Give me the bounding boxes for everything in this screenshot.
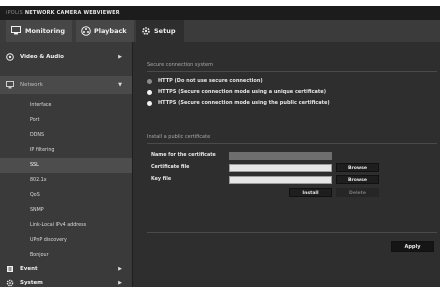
sidebar-category-system[interactable]: System ▶ <box>0 274 132 287</box>
tab-monitoring[interactable]: Monitoring <box>6 20 72 42</box>
key-file-label: Key file <box>151 177 172 182</box>
radio-button[interactable] <box>147 79 152 84</box>
sidebar-category-network-label: Network <box>20 82 43 88</box>
sidebar-item-snmp[interactable]: SNMP <box>0 203 132 218</box>
sidebar-item-port[interactable]: Port <box>0 113 132 128</box>
app-window: iPOLiS NETWORK CAMERA WEBVIEWER Monitori… <box>0 6 440 287</box>
radio-http-label: HTTP (Do not use secure connection) <box>158 78 263 84</box>
system-gear-icon <box>6 279 14 287</box>
sidebar-category-video-audio[interactable]: Video & Audio ▶ <box>0 48 132 66</box>
network-icon <box>6 81 14 89</box>
install-button[interactable]: Install <box>289 188 332 197</box>
sidebar-item-802-1x[interactable]: 802.1x <box>0 173 132 188</box>
radio-https-public-label: HTTPS (Secure connection mode using the … <box>158 100 330 106</box>
tab-playback-label: Playback <box>94 27 127 35</box>
chevron-down-icon: ▼ <box>118 82 122 88</box>
sidebar-item-ip-filtering[interactable]: IP filtering <box>0 143 132 158</box>
app-brand-bar: iPOLiS NETWORK CAMERA WEBVIEWER <box>0 6 440 20</box>
delete-button[interactable]: Delete <box>336 188 379 197</box>
sidebar-item-ddns[interactable]: DDNS <box>0 128 132 143</box>
cert-browse-button[interactable]: Browse <box>336 163 379 172</box>
cert-name-label: Name for the certificate <box>151 153 216 158</box>
chevron-right-icon: ▶ <box>118 54 122 60</box>
key-browse-button[interactable]: Browse <box>336 175 379 184</box>
chevron-right-icon: ▶ <box>118 280 122 286</box>
brand-prefix: iPOLiS <box>6 10 23 16</box>
sidebar-category-network[interactable]: Network ▼ <box>0 76 132 94</box>
sidebar-item-link-local-ipv4[interactable]: Link-Local IPv4 address <box>0 218 132 233</box>
tab-setup[interactable]: Setup <box>136 20 184 42</box>
radio-button[interactable] <box>147 101 152 106</box>
section-title-secure-connection: Secure connection system <box>147 62 213 68</box>
main-panel: Secure connection system HTTP (Do not us… <box>133 42 440 287</box>
monitor-icon <box>11 26 21 35</box>
radio-https-unique-label: HTTPS (Secure connection mode using a un… <box>158 89 326 95</box>
key-file-input[interactable] <box>229 176 332 184</box>
sidebar: Video & Audio ▶ Network ▼ Interface Port… <box>0 42 133 287</box>
tab-setup-label: Setup <box>154 27 176 35</box>
cert-file-label: Certificate file <box>151 165 190 170</box>
tab-monitoring-label: Monitoring <box>25 27 66 35</box>
brand-title: NETWORK CAMERA WEBVIEWER <box>24 10 120 16</box>
event-icon <box>6 265 14 273</box>
sidebar-item-interface[interactable]: Interface <box>0 98 132 113</box>
section-title-install-certificate: Install a public certificate <box>147 134 211 140</box>
cert-name-input[interactable] <box>229 152 332 160</box>
sidebar-item-qos[interactable]: QoS <box>0 188 132 203</box>
divider <box>147 232 437 233</box>
divider <box>147 71 437 72</box>
radio-button[interactable] <box>147 90 152 95</box>
sidebar-item-ssl[interactable]: SSL <box>0 158 132 173</box>
camera-icon <box>6 53 14 61</box>
gear-icon <box>141 26 151 36</box>
sidebar-category-video-audio-label: Video & Audio <box>20 54 64 60</box>
apply-button[interactable]: Apply <box>391 241 434 252</box>
sidebar-item-upnp-discovery[interactable]: UPnP discovery <box>0 233 132 248</box>
divider <box>147 143 437 144</box>
film-reel-icon <box>81 26 91 36</box>
sidebar-category-system-label: System <box>20 280 43 286</box>
top-navbar: Monitoring Playback Setup <box>0 20 440 42</box>
tab-playback[interactable]: Playback <box>76 20 134 42</box>
cert-file-input[interactable] <box>229 164 332 172</box>
